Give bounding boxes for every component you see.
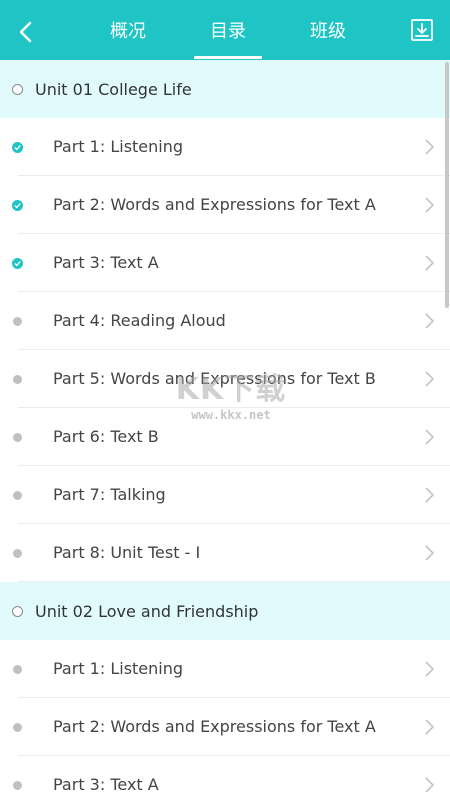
pending-dot-icon xyxy=(13,317,22,326)
list-item[interactable]: Part 5: Words and Expressions for Text B xyxy=(0,350,450,408)
tab-class[interactable]: 班级 xyxy=(288,0,368,60)
pending-dot-icon xyxy=(13,723,22,732)
part-title: Part 7: Talking xyxy=(53,485,166,504)
chevron-right-icon xyxy=(425,255,435,271)
list-item[interactable]: Part 1: Listening xyxy=(0,640,450,698)
scrollbar[interactable] xyxy=(445,62,449,308)
chevron-right-icon xyxy=(425,661,435,677)
chevron-right-icon xyxy=(425,719,435,735)
completed-check-icon xyxy=(12,258,23,269)
unit-header[interactable]: Unit 01 College Life xyxy=(0,60,450,118)
course-contents-list: Unit 01 College Life Part 1: Listening Par… xyxy=(0,60,450,800)
pending-dot-icon xyxy=(13,781,22,790)
tab-contents[interactable]: 目录 xyxy=(188,0,268,60)
list-item[interactable]: Part 6: Text B xyxy=(0,408,450,466)
chevron-right-icon xyxy=(425,777,435,793)
pending-dot-icon xyxy=(13,665,22,674)
back-arrow-icon[interactable] xyxy=(12,18,40,46)
top-app-bar: 概况 目录 班级 xyxy=(0,0,450,60)
unit-status-circle-icon xyxy=(12,84,23,95)
unit-status-circle-icon xyxy=(12,606,23,617)
chevron-right-icon xyxy=(425,371,435,387)
part-title: Part 6: Text B xyxy=(53,427,159,446)
pending-dot-icon xyxy=(13,375,22,384)
chevron-right-icon xyxy=(425,197,435,213)
list-item[interactable]: Part 8: Unit Test - I xyxy=(0,524,450,582)
list-item[interactable]: Part 1: Listening xyxy=(0,118,450,176)
unit-title: Unit 01 College Life xyxy=(35,79,192,99)
list-item[interactable]: Part 3: Text A xyxy=(0,756,450,800)
part-title: Part 1: Listening xyxy=(53,137,184,156)
part-title: Part 3: Text A xyxy=(53,253,159,272)
pending-dot-icon xyxy=(13,433,22,442)
download-icon[interactable] xyxy=(410,18,434,42)
part-title: Part 4: Reading Aloud xyxy=(53,311,226,330)
list-item[interactable]: Part 4: Reading Aloud xyxy=(0,292,450,350)
chevron-right-icon xyxy=(425,429,435,445)
part-title: Part 2: Words and Expressions for Text A xyxy=(53,195,376,214)
part-title: Part 3: Text A xyxy=(53,775,159,794)
tab-overview[interactable]: 概况 xyxy=(88,0,168,60)
chevron-right-icon xyxy=(425,313,435,329)
pending-dot-icon xyxy=(13,491,22,500)
completed-check-icon xyxy=(12,142,23,153)
chevron-right-icon xyxy=(425,487,435,503)
chevron-right-icon xyxy=(425,545,435,561)
unit-header[interactable]: Unit 02 Love and Friendship xyxy=(0,582,450,640)
chevron-right-icon xyxy=(425,139,435,155)
list-item[interactable]: Part 2: Words and Expressions for Text A xyxy=(0,176,450,234)
active-tab-indicator xyxy=(194,56,262,59)
pending-dot-icon xyxy=(13,549,22,558)
list-item[interactable]: Part 7: Talking xyxy=(0,466,450,524)
completed-check-icon xyxy=(12,200,23,211)
part-title: Part 5: Words and Expressions for Text B xyxy=(53,369,376,388)
part-title: Part 8: Unit Test - I xyxy=(53,543,201,562)
part-title: Part 2: Words and Expressions for Text A xyxy=(53,717,376,736)
list-item[interactable]: Part 3: Text A xyxy=(0,234,450,292)
part-title: Part 1: Listening xyxy=(53,659,184,678)
unit-title: Unit 02 Love and Friendship xyxy=(35,601,259,621)
list-item[interactable]: Part 2: Words and Expressions for Text A xyxy=(0,698,450,756)
